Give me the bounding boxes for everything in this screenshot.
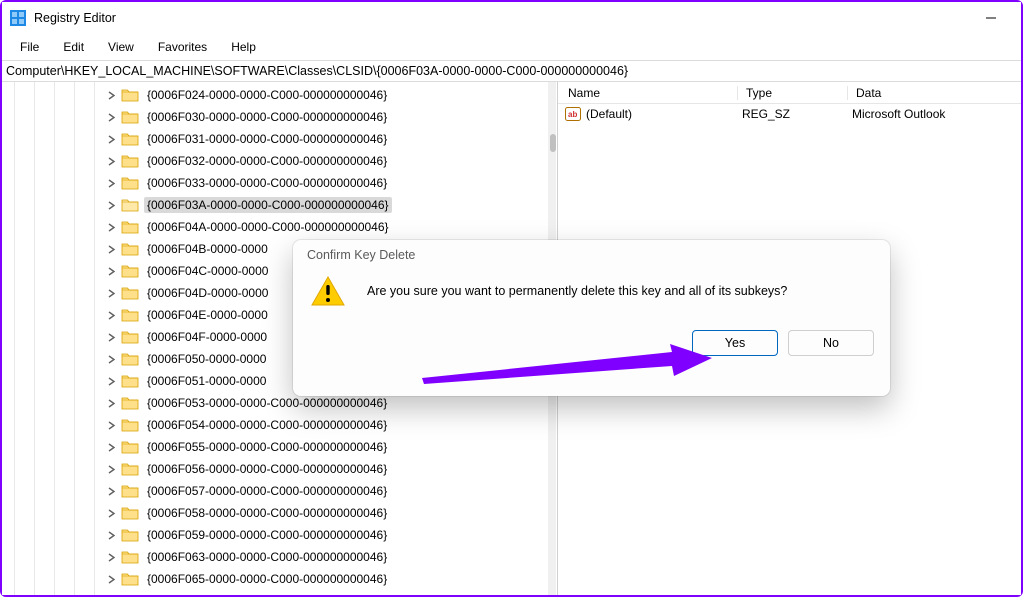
chevron-right-icon[interactable] (106, 178, 117, 189)
title-bar: Registry Editor (2, 2, 1021, 34)
tree-item-label: {0006F050-0000-0000 (144, 351, 269, 367)
yes-button[interactable]: Yes (692, 330, 778, 356)
tree-item-label: {0006F058-0000-0000-C000-000000000046} (144, 505, 390, 521)
tree-item-label: {0006F03A-0000-0000-C000-000000000046} (144, 197, 392, 213)
menu-view[interactable]: View (96, 36, 146, 58)
menu-file[interactable]: File (8, 36, 51, 58)
tree-item-label: {0006F057-0000-0000-C000-000000000046} (144, 483, 390, 499)
tree-item-label: {0006F032-0000-0000-C000-000000000046} (144, 153, 390, 169)
value-name: (Default) (586, 107, 740, 121)
tree-item[interactable]: {0006F024-0000-0000-C000-000000000046} (2, 84, 557, 106)
chevron-right-icon[interactable] (106, 420, 117, 431)
tree-item-label: {0006F04F-0000-0000 (144, 329, 270, 345)
chevron-right-icon[interactable] (106, 332, 117, 343)
tree-item[interactable]: {0006F055-0000-0000-C000-000000000046} (2, 436, 557, 458)
chevron-right-icon[interactable] (106, 200, 117, 211)
tree-item-label: {0006F065-0000-0000-C000-000000000046} (144, 571, 390, 587)
tree-item-label: {0006F04B-0000-0000 (144, 241, 271, 257)
tree-item[interactable]: {0006F03A-0000-0000-C000-000000000046} (2, 194, 557, 216)
chevron-right-icon[interactable] (106, 90, 117, 101)
column-header-type[interactable]: Type (738, 86, 848, 100)
chevron-right-icon[interactable] (106, 574, 117, 585)
tree-item[interactable]: {0006F057-0000-0000-C000-000000000046} (2, 480, 557, 502)
value-data: Microsoft Outlook (850, 107, 1021, 121)
chevron-right-icon[interactable] (106, 376, 117, 387)
chevron-right-icon[interactable] (106, 552, 117, 563)
tree-item-label: {0006F024-0000-0000-C000-000000000046} (144, 87, 390, 103)
chevron-right-icon[interactable] (106, 244, 117, 255)
warning-icon (311, 276, 345, 306)
tree-item-label: {0006F055-0000-0000-C000-000000000046} (144, 439, 390, 455)
chevron-right-icon[interactable] (106, 222, 117, 233)
chevron-right-icon[interactable] (106, 266, 117, 277)
chevron-right-icon[interactable] (106, 112, 117, 123)
tree-item-label: {0006F063-0000-0000-C000-000000000046} (144, 549, 390, 565)
regedit-icon (10, 10, 26, 26)
menu-bar: File Edit View Favorites Help (2, 34, 1021, 60)
string-value-icon: ab (565, 106, 581, 122)
tree-item-label: {0006F054-0000-0000-C000-000000000046} (144, 417, 390, 433)
tree-item-label: {0006F04D-0000-0000 (144, 285, 271, 301)
chevron-right-icon[interactable] (106, 134, 117, 145)
tree-item[interactable]: {0006F033-0000-0000-C000-000000000046} (2, 172, 557, 194)
tree-item[interactable]: {0006F056-0000-0000-C000-000000000046} (2, 458, 557, 480)
chevron-right-icon[interactable] (106, 530, 117, 541)
svg-text:ab: ab (568, 110, 577, 119)
tree-item-label: {0006F056-0000-0000-C000-000000000046} (144, 461, 390, 477)
minimize-button[interactable] (969, 2, 1013, 34)
chevron-right-icon[interactable] (106, 156, 117, 167)
dialog-message: Are you sure you want to permanently del… (367, 284, 787, 298)
chevron-right-icon[interactable] (106, 310, 117, 321)
tree-item[interactable]: {0006F059-0000-0000-C000-000000000046} (2, 524, 557, 546)
chevron-right-icon[interactable] (106, 288, 117, 299)
chevron-right-icon[interactable] (106, 354, 117, 365)
tree-item[interactable]: {0006F030-0000-0000-C000-000000000046} (2, 106, 557, 128)
tree-item[interactable]: {0006F04A-0000-0000-C000-000000000046} (2, 216, 557, 238)
chevron-right-icon[interactable] (106, 398, 117, 409)
chevron-right-icon[interactable] (106, 464, 117, 475)
menu-favorites[interactable]: Favorites (146, 36, 219, 58)
tree-item-label: {0006F04A-0000-0000-C000-000000000046} (144, 219, 392, 235)
column-header-name[interactable]: Name (558, 86, 738, 100)
tree-item[interactable]: {0006F031-0000-0000-C000-000000000046} (2, 128, 557, 150)
chevron-right-icon[interactable] (106, 508, 117, 519)
chevron-right-icon[interactable] (106, 486, 117, 497)
tree-item[interactable]: {0006F065-0000-0000-C000-000000000046} (2, 568, 557, 590)
window-title: Registry Editor (34, 11, 116, 25)
tree-item-label: {0006F04C-0000-0000 (144, 263, 271, 279)
chevron-right-icon[interactable] (106, 442, 117, 453)
tree-item-label: {0006F031-0000-0000-C000-000000000046} (144, 131, 390, 147)
tree-item[interactable]: {0006F054-0000-0000-C000-000000000046} (2, 414, 557, 436)
menu-help[interactable]: Help (219, 36, 268, 58)
menu-edit[interactable]: Edit (51, 36, 96, 58)
value-row[interactable]: ab (Default) REG_SZ Microsoft Outlook (558, 104, 1021, 124)
tree-item-label: {0006F051-0000-0000 (144, 373, 269, 389)
tree-item[interactable]: {0006F032-0000-0000-C000-000000000046} (2, 150, 557, 172)
tree-item-label: {0006F059-0000-0000-C000-000000000046} (144, 527, 390, 543)
tree-item-label: {0006F04E-0000-0000 (144, 307, 271, 323)
tree-item[interactable]: {0006F058-0000-0000-C000-000000000046} (2, 502, 557, 524)
value-type: REG_SZ (740, 107, 850, 121)
tree-item-label: {0006F033-0000-0000-C000-000000000046} (144, 175, 390, 191)
tree-item[interactable]: {0006F063-0000-0000-C000-000000000046} (2, 546, 557, 568)
tree-item-label: {0006F030-0000-0000-C000-000000000046} (144, 109, 390, 125)
tree-item-label: {0006F053-0000-0000-C000-000000000046} (144, 395, 390, 411)
column-header-data[interactable]: Data (848, 86, 1021, 100)
no-button[interactable]: No (788, 330, 874, 356)
tree-scrollbar-thumb[interactable] (550, 134, 556, 152)
confirm-delete-dialog: Confirm Key Delete Are you sure you want… (293, 240, 890, 396)
address-bar[interactable]: Computer\HKEY_LOCAL_MACHINE\SOFTWARE\Cla… (2, 60, 1021, 82)
dialog-title: Confirm Key Delete (293, 240, 890, 270)
